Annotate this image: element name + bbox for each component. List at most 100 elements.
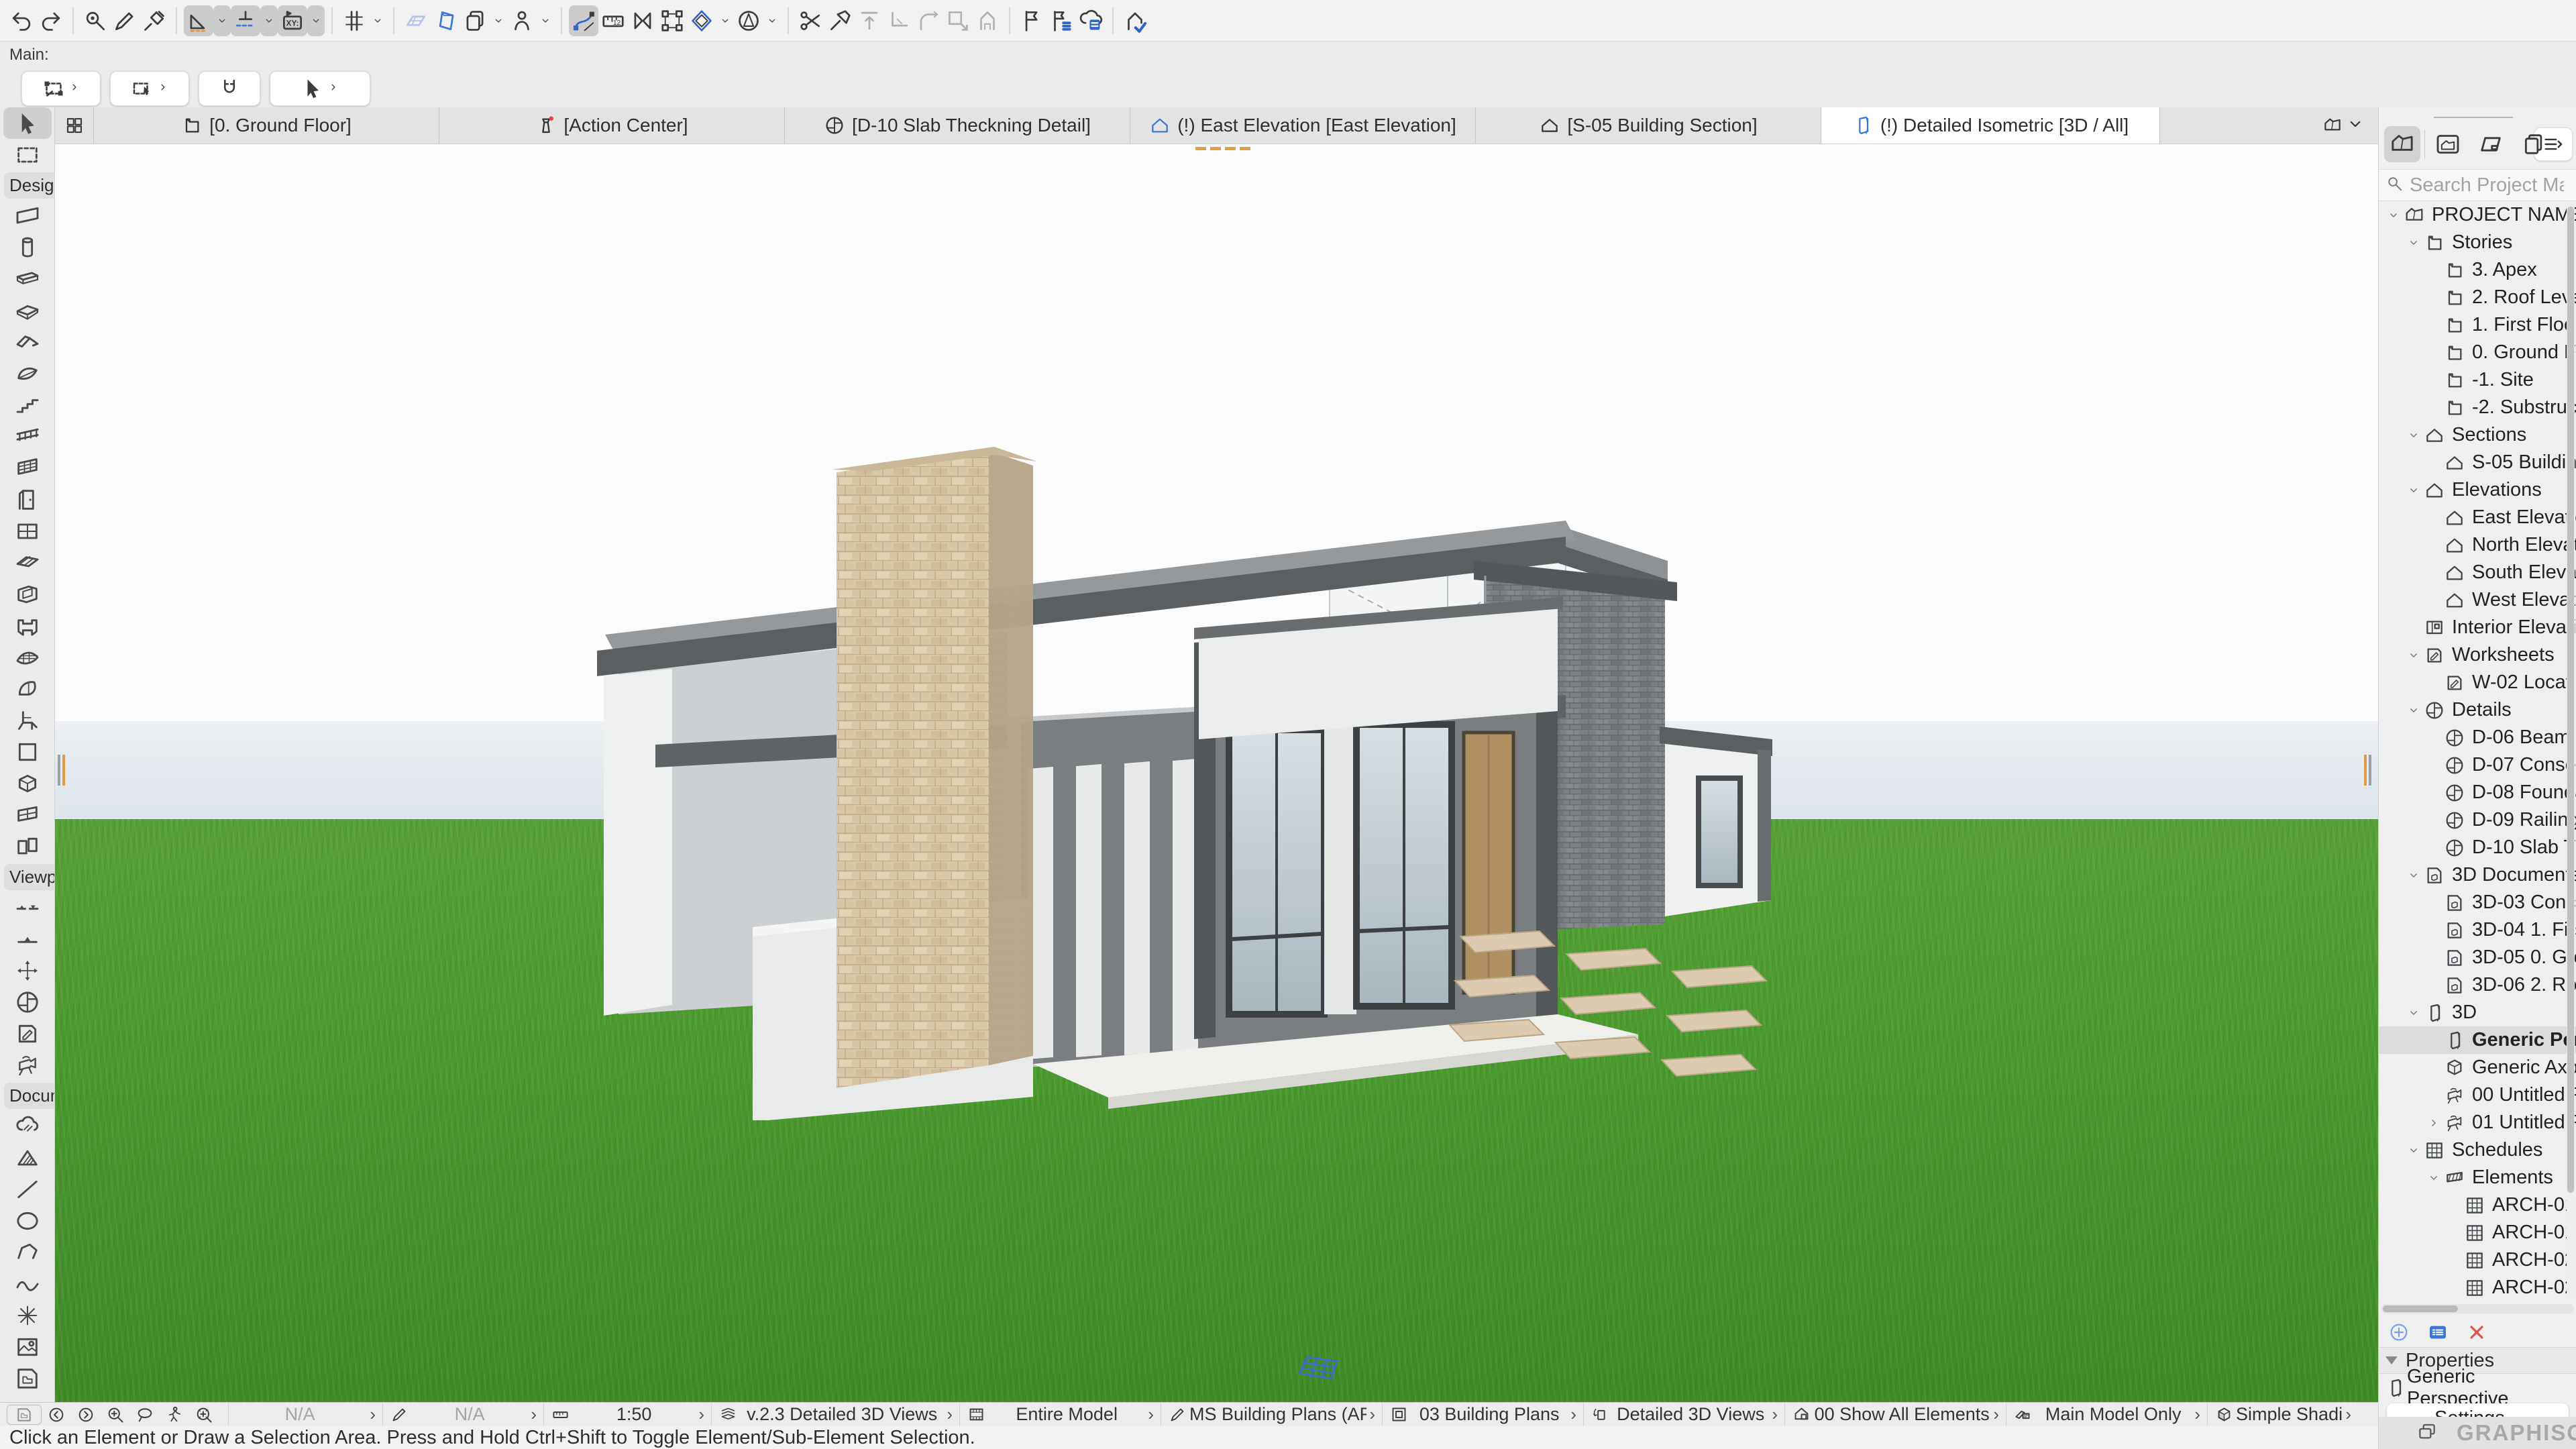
triruler-chevron[interactable] <box>213 5 231 36</box>
navigator-publisher-sets-button[interactable] <box>2516 126 2552 162</box>
tree-item[interactable]: East Elevation (Au <box>2379 504 2576 531</box>
tool-curtain-grid[interactable] <box>0 799 55 830</box>
magnet-quick-button[interactable] <box>199 71 260 106</box>
tool-circle[interactable] <box>0 1205 55 1236</box>
tool-skylight[interactable] <box>0 547 55 578</box>
tree-item[interactable]: ARCH-02.1 Win <box>2379 1274 2576 1301</box>
tree-horizontal-scrollbar[interactable] <box>2381 1304 2574 1313</box>
quick-option-detailed-3d-views[interactable]: Detailed 3D Views› <box>1583 1403 1784 1427</box>
tab-dropdown-button[interactable] <box>2315 107 2373 144</box>
tab-3[interactable]: (!) East Elevation [East Elevation] <box>1130 107 1476 144</box>
tab-5[interactable]: (!) Detailed Isometric [3D / All] <box>1821 107 2160 144</box>
housecheck-button[interactable] <box>1120 5 1150 36</box>
tree-item[interactable]: 3D-06 2. Roof Lev <box>2379 971 2576 999</box>
tree-item[interactable]: 1. First Floor <box>2379 311 2576 339</box>
cone-chevron[interactable] <box>763 5 781 36</box>
tool-zone[interactable] <box>0 830 55 862</box>
cursor-quick-button[interactable] <box>270 71 370 106</box>
cloudlist-button[interactable] <box>1076 5 1106 36</box>
tree-item[interactable]: 3D-05 0. Ground F <box>2379 944 2576 971</box>
resizebox-button[interactable] <box>943 5 973 36</box>
tool-marquee[interactable] <box>0 139 55 170</box>
tool-equipment[interactable] <box>0 767 55 799</box>
person-chevron[interactable] <box>537 5 554 36</box>
copysheets-chevron[interactable] <box>490 5 507 36</box>
elevation-marker-top[interactable] <box>1195 147 1250 150</box>
elevation-marker-right[interactable] <box>2364 755 2373 786</box>
tool-worksheet[interactable] <box>0 1018 55 1049</box>
tool-shell-dome[interactable] <box>0 673 55 704</box>
diamond3d-button[interactable] <box>687 5 716 36</box>
quick-option-v-2-3-detailed-3d-views[interactable]: v.2.3 Detailed 3D Views› <box>711 1403 959 1427</box>
tree-item[interactable]: North Elevation (A <box>2379 531 2576 559</box>
tool-lamp[interactable] <box>0 736 55 767</box>
quick-option-entire-model[interactable]: Entire Model› <box>959 1403 1161 1427</box>
tool-arrow[interactable] <box>3 107 52 139</box>
delete-view-button[interactable] <box>2465 1320 2489 1344</box>
elevation-marker-left[interactable] <box>58 755 67 786</box>
tree-item[interactable]: 3D-03 Conceptual <box>2379 889 2576 916</box>
quick-option-simple-shading-with-s-[interactable]: Simple Shading with S...› <box>2207 1403 2358 1427</box>
trimcorner-button[interactable] <box>884 5 914 36</box>
tree-item[interactable]: Elements <box>2379 1164 2576 1191</box>
tree-item[interactable]: D-10 Slab Theckni <box>2379 834 2576 861</box>
triruler-button[interactable] <box>184 5 213 36</box>
house-model[interactable] <box>592 429 1772 1120</box>
tool-camera[interactable] <box>0 1049 55 1081</box>
coordxy-chevron[interactable] <box>307 5 325 36</box>
tree-item[interactable]: South Elevation (A <box>2379 559 2576 586</box>
nodes4-button[interactable] <box>657 5 687 36</box>
tool-opening[interactable] <box>0 578 55 610</box>
tool-slab[interactable] <box>0 294 55 326</box>
tool-mesh[interactable] <box>0 641 55 673</box>
tool-wall[interactable] <box>0 200 55 231</box>
tab-1[interactable]: [Action Center] <box>439 107 785 144</box>
elevatehouse-button[interactable] <box>973 5 1002 36</box>
tool-shell[interactable] <box>0 358 55 389</box>
flaglist-button[interactable] <box>1046 5 1076 36</box>
tool-interior-elevation[interactable] <box>0 955 55 986</box>
navigator-project-map-button[interactable] <box>2384 126 2420 162</box>
tracegrid-button[interactable] <box>401 5 431 36</box>
tool-drawing[interactable] <box>0 1362 55 1394</box>
tool-elevation[interactable] <box>0 923 55 955</box>
tree-item[interactable]: Schedules <box>2379 1136 2576 1164</box>
snapguide-chevron[interactable] <box>260 5 278 36</box>
model-3d-viewport[interactable] <box>55 144 2378 1402</box>
add-view-button[interactable] <box>2387 1320 2411 1344</box>
tab-0[interactable]: [0. Ground Floor] <box>94 107 439 144</box>
tree-item[interactable]: W-02 Location Ma <box>2379 669 2576 696</box>
tree-item[interactable]: D-07 Conservancy <box>2379 751 2576 779</box>
person-button[interactable] <box>507 5 537 36</box>
tree-vertical-scrollbar[interactable] <box>2567 203 2575 1299</box>
tab-4[interactable]: [S-05 Building Section] <box>1476 107 1821 144</box>
tool-column[interactable] <box>0 231 55 263</box>
navigator-view-map-button[interactable] <box>2430 126 2466 162</box>
navigator-layout-book-button[interactable] <box>2473 126 2509 162</box>
tree-item[interactable]: ARCH-01 Door S <box>2379 1191 2576 1219</box>
tool-section[interactable] <box>0 892 55 923</box>
quick-option-main-model-only[interactable]: Main Model Only› <box>2006 1403 2207 1427</box>
tree-item[interactable]: -2. Substructure <box>2379 394 2576 421</box>
tree-item[interactable]: West Elevation (Au <box>2379 586 2576 614</box>
tree-item[interactable]: 01 Untitled Path <box>2379 1109 2576 1136</box>
measure12-button[interactable]: 12 <box>598 5 628 36</box>
tree-item[interactable]: ARCH-01.1 Doo <box>2379 1219 2576 1246</box>
undo-button[interactable] <box>7 5 36 36</box>
alignup-button[interactable] <box>855 5 884 36</box>
tree-item[interactable]: Details <box>2379 696 2576 724</box>
tree-item[interactable]: ARCH-02 Windo <box>2379 1246 2576 1274</box>
tool-spline[interactable] <box>0 1268 55 1299</box>
panel-drag-handle[interactable] <box>2434 117 2513 118</box>
refsheet-button[interactable] <box>431 5 460 36</box>
tool-line[interactable] <box>0 1173 55 1205</box>
tool-object[interactable] <box>0 704 55 736</box>
tree-item[interactable]: S-05 Building Sect <box>2379 449 2576 476</box>
scissors-button[interactable] <box>796 5 825 36</box>
tool-roof[interactable] <box>0 326 55 358</box>
tree-item[interactable]: -1. Site <box>2379 366 2576 394</box>
coordxy-button[interactable]: XY: <box>278 5 307 36</box>
tree-item[interactable]: D-09 Railing Detai <box>2379 806 2576 834</box>
marqueesel-quick-button[interactable] <box>110 71 189 106</box>
tree-item[interactable]: 3D-04 1. First Floo <box>2379 916 2576 944</box>
